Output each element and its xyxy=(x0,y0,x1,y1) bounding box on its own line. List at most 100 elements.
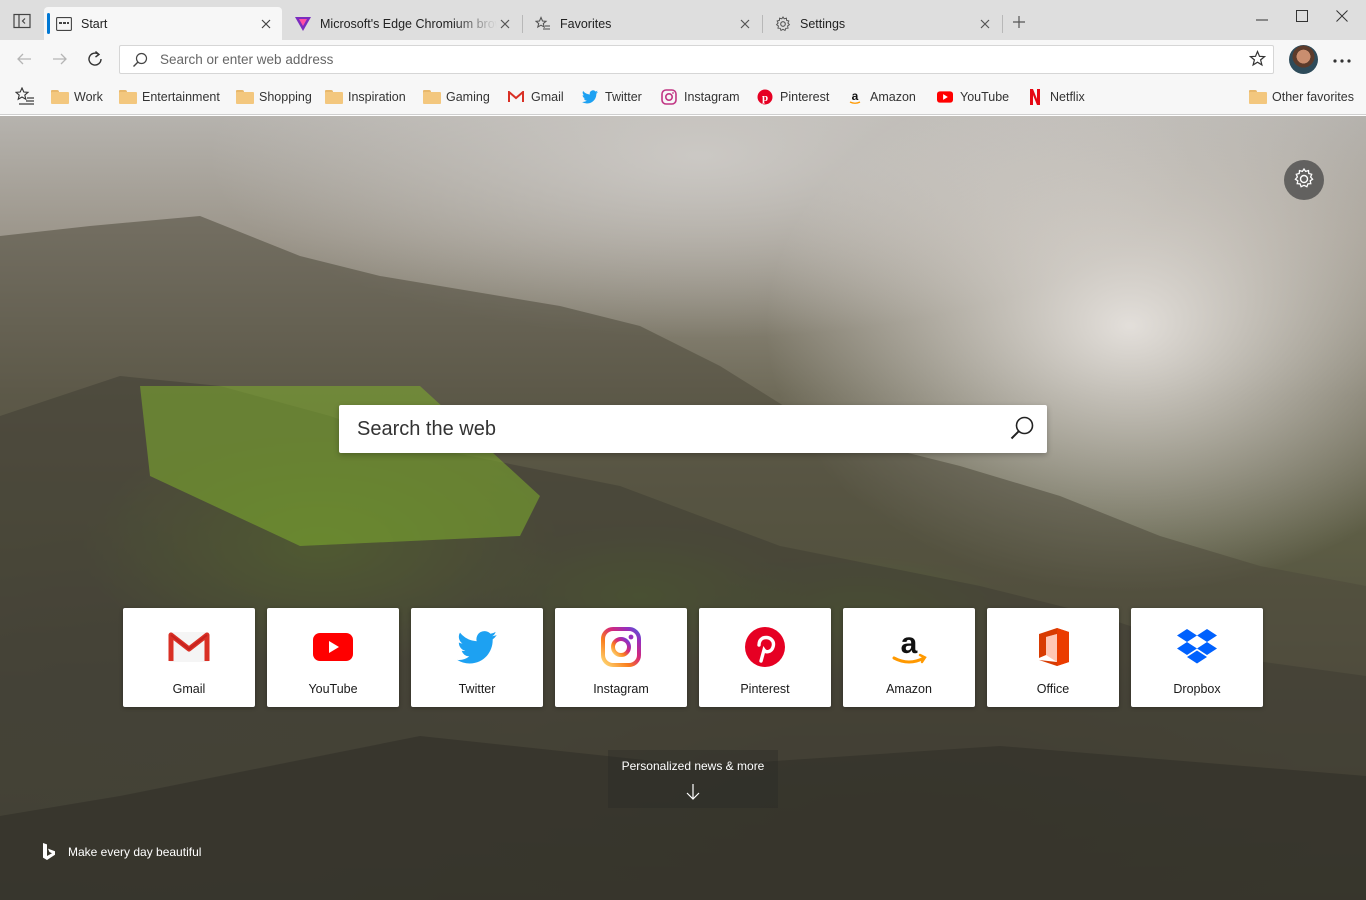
tab-close-button[interactable] xyxy=(497,16,513,32)
page-settings-button[interactable] xyxy=(1284,160,1324,200)
favorites-list-icon xyxy=(14,86,35,108)
quick-link-youtube[interactable]: YouTube xyxy=(267,608,399,707)
favorite-link-amazon[interactable]: a Amazon xyxy=(847,87,916,107)
favorite-label: Gmail xyxy=(531,90,564,104)
favorite-link-netflix[interactable]: Netflix xyxy=(1027,87,1085,107)
back-arrow-icon xyxy=(16,51,32,70)
folder-icon xyxy=(1249,89,1267,105)
tab-actions-button[interactable] xyxy=(10,11,34,33)
quick-link-label: Dropbox xyxy=(1173,682,1221,696)
tab-favorites[interactable]: Favorites xyxy=(523,7,761,40)
amazon-icon: a xyxy=(847,89,863,105)
tab-title: Start xyxy=(81,16,108,31)
quick-link-label: Amazon xyxy=(886,682,932,696)
profile-avatar-button[interactable] xyxy=(1289,45,1318,74)
favorite-folder-work[interactable]: Work xyxy=(51,87,103,107)
gmail-icon xyxy=(508,89,524,105)
favorites-hub-button[interactable] xyxy=(14,86,35,108)
tab-settings[interactable]: Settings xyxy=(763,7,1001,40)
quick-link-label: YouTube xyxy=(308,682,358,696)
favorite-link-gmail[interactable]: Gmail xyxy=(508,87,564,107)
quick-link-pinterest[interactable]: Pinterest xyxy=(699,608,831,707)
quick-link-office[interactable]: Office xyxy=(987,608,1119,707)
bing-branding[interactable]: Make every day beautiful xyxy=(42,842,201,862)
maximize-button[interactable] xyxy=(1282,6,1322,28)
svg-text:p: p xyxy=(762,92,768,104)
site-logo-icon xyxy=(295,16,311,32)
quick-link-label: Twitter xyxy=(458,682,496,696)
close-window-button[interactable] xyxy=(1322,6,1362,28)
down-arrow-icon xyxy=(685,783,701,804)
favorite-folder-gaming[interactable]: Gaming xyxy=(423,87,490,107)
amazon-icon: a xyxy=(887,625,931,669)
web-search-input[interactable] xyxy=(357,414,997,444)
more-dots-icon xyxy=(1333,52,1351,66)
quick-link-amazon[interactable]: a Amazon xyxy=(843,608,975,707)
favorite-link-youtube[interactable]: YouTube xyxy=(937,87,1009,107)
bing-tagline: Make every day beautiful xyxy=(68,845,202,859)
tab-strip: Start Microsoft's Edge Chromium browser … xyxy=(0,0,1366,40)
favorite-label: Shopping xyxy=(259,90,312,104)
gear-icon xyxy=(1292,167,1316,194)
twitter-icon xyxy=(455,625,499,669)
favorite-label: YouTube xyxy=(960,90,1010,104)
tab-title: Microsoft's Edge Chromium browser xyxy=(320,16,497,31)
quick-link-gmail[interactable]: Gmail xyxy=(123,608,255,707)
youtube-icon xyxy=(937,89,953,105)
search-icon xyxy=(1009,415,1035,444)
favorites-bar: Work Entertainment Shopping Inspiration … xyxy=(0,78,1366,115)
add-favorite-button[interactable] xyxy=(1247,49,1267,70)
star-icon xyxy=(1248,49,1266,70)
favorites-star-icon xyxy=(535,15,551,32)
folder-icon xyxy=(51,89,69,105)
dropbox-icon xyxy=(1175,625,1219,669)
favorite-link-instagram[interactable]: Instagram xyxy=(661,87,740,107)
pinterest-icon xyxy=(743,625,787,669)
address-toolbar xyxy=(0,40,1366,78)
new-tab-icon xyxy=(56,16,72,32)
folder-icon xyxy=(119,89,137,105)
tab-start[interactable]: Start xyxy=(44,7,282,40)
favorite-label: Amazon xyxy=(870,90,916,104)
tab-title: Favorites xyxy=(560,16,612,31)
favorite-folder-shopping[interactable]: Shopping xyxy=(236,87,312,107)
favorite-folder-entertainment[interactable]: Entertainment xyxy=(119,87,220,107)
netflix-icon xyxy=(1027,89,1043,105)
refresh-button[interactable] xyxy=(83,48,107,72)
favorite-label: Netflix xyxy=(1050,90,1085,104)
favorite-label: Pinterest xyxy=(780,90,830,104)
address-bar[interactable] xyxy=(119,45,1274,74)
favorite-label: Gaming xyxy=(446,90,490,104)
tab-close-button[interactable] xyxy=(737,16,753,32)
tab-edge-article[interactable]: Microsoft's Edge Chromium browser xyxy=(283,7,521,40)
other-favorites-folder[interactable]: Other favorites xyxy=(1249,87,1354,107)
quick-link-twitter[interactable]: Twitter xyxy=(411,608,543,707)
tab-close-button[interactable] xyxy=(258,16,274,32)
active-tab-indicator xyxy=(47,13,50,34)
folder-icon xyxy=(236,89,254,105)
quick-link-dropbox[interactable]: Dropbox xyxy=(1131,608,1263,707)
svg-text:a: a xyxy=(852,89,859,103)
tab-close-button[interactable] xyxy=(977,16,993,32)
gmail-icon xyxy=(167,625,211,669)
quick-link-label: Pinterest xyxy=(740,682,790,696)
forward-button[interactable] xyxy=(48,48,72,72)
web-search-button[interactable] xyxy=(997,405,1047,453)
quick-link-instagram[interactable]: Instagram xyxy=(555,608,687,707)
favorite-link-twitter[interactable]: Twitter xyxy=(582,87,642,107)
address-input[interactable] xyxy=(160,47,1247,72)
favorite-link-pinterest[interactable]: p Pinterest xyxy=(757,87,829,107)
minimize-button[interactable] xyxy=(1242,6,1282,28)
back-button[interactable] xyxy=(12,48,36,72)
favorite-folder-inspiration[interactable]: Inspiration xyxy=(325,87,406,107)
favorite-label: Twitter xyxy=(605,90,642,104)
new-tab-page: Gmail YouTube Twitter Instagram Pinteres… xyxy=(0,116,1366,900)
personalized-news-button[interactable]: Personalized news & more xyxy=(608,750,778,808)
pinterest-icon: p xyxy=(757,89,773,105)
twitter-icon xyxy=(582,89,598,105)
tab-separator xyxy=(1002,15,1003,33)
web-search-box[interactable] xyxy=(339,405,1047,453)
new-tab-button[interactable] xyxy=(1009,13,1029,33)
settings-and-more-button[interactable] xyxy=(1330,49,1354,69)
office-icon xyxy=(1031,625,1075,669)
